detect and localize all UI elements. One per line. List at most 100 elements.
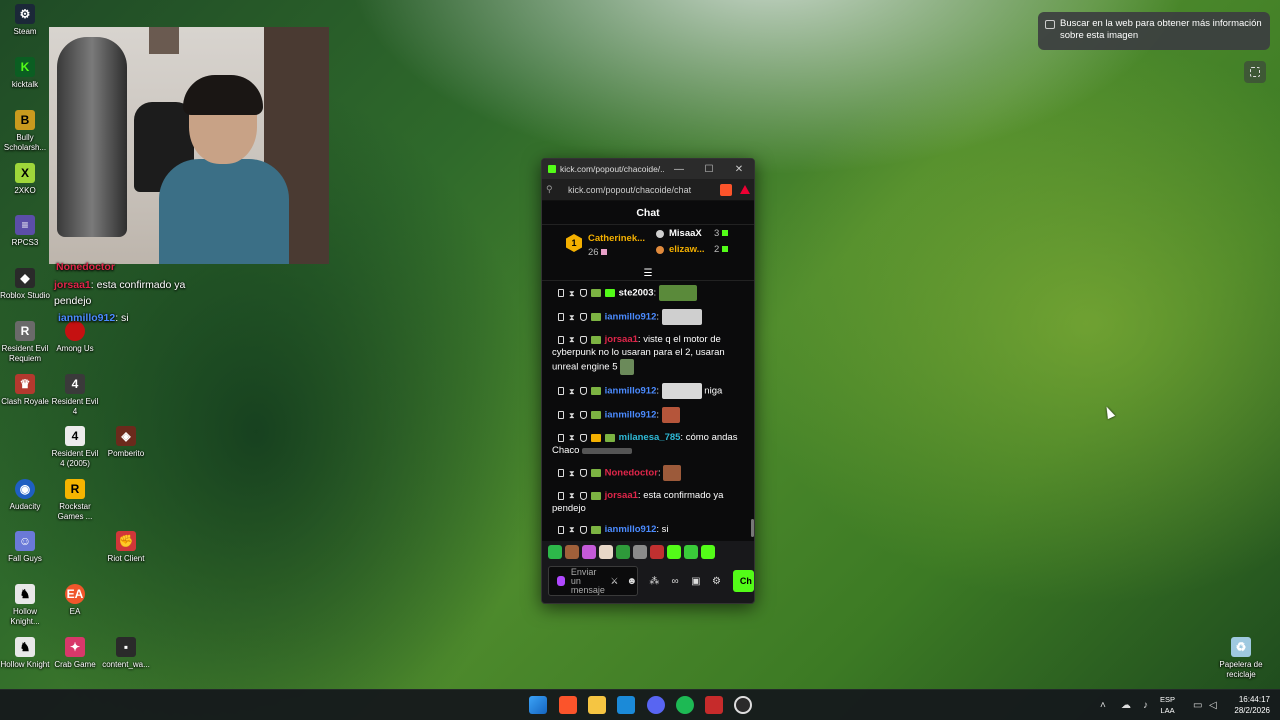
window-titlebar[interactable]: kick.com/popout/chacoide/... — ☐ ✕ xyxy=(542,159,754,179)
desktop-icon-clash-royale[interactable]: ♛ Clash Royale xyxy=(0,374,50,407)
chat-text: si xyxy=(661,524,669,536)
shield-icon xyxy=(579,289,587,297)
emote-button[interactable] xyxy=(582,545,596,559)
emote-button[interactable] xyxy=(633,545,647,559)
address-bar[interactable]: ⚲ kick.com/popout/chacoide/chat xyxy=(542,179,754,201)
crab-game-icon: ✦ xyxy=(65,637,85,657)
emote-button[interactable] xyxy=(616,545,630,559)
language-indicator[interactable]: ESP LAA xyxy=(1160,694,1175,716)
chevron-up-icon[interactable]: ˄ xyxy=(1100,700,1106,711)
minimize-button[interactable]: — xyxy=(664,164,694,175)
settings-gear-icon[interactable]: ⚙ xyxy=(706,576,727,587)
chat-username[interactable]: ianmillo912 xyxy=(605,312,657,323)
subscriber-badge-icon xyxy=(590,313,601,321)
emote-button[interactable] xyxy=(548,545,562,559)
discord-icon[interactable] xyxy=(647,696,665,714)
rank-badge: 1 xyxy=(566,234,582,252)
chat-username[interactable]: ianmillo912 xyxy=(605,524,657,535)
chat-message-input[interactable]: Enviar un mensaje ⚔ ☻ xyxy=(548,566,638,596)
volume-icon[interactable]: ◁ xyxy=(1209,700,1217,711)
desktop-icon-pomberito[interactable]: ◈ Pomberito xyxy=(101,426,151,459)
emote-button[interactable] xyxy=(599,545,613,559)
chat-message: ⧗ milanesa_785: cómo andas Chaco xyxy=(552,432,738,457)
desktop-icon-kicktalk[interactable]: K kicktalk xyxy=(0,57,50,90)
chevron-down-icon: ☰ xyxy=(643,268,653,279)
emote-button[interactable] xyxy=(667,545,681,559)
chat-message: ⧗ ianmillo912: xyxy=(552,309,746,325)
leaderboard-row[interactable]: elizaw... xyxy=(656,244,705,255)
desktop-icon-audacity[interactable]: ◉ Audacity xyxy=(0,479,50,512)
emote-button[interactable] xyxy=(701,545,715,559)
desktop-icon-rockstar[interactable]: R Rockstar Games ... xyxy=(50,479,100,522)
chat-username[interactable]: milanesa_785 xyxy=(619,432,681,443)
lens-capture-button[interactable] xyxy=(1244,61,1266,83)
emote-button[interactable] xyxy=(650,545,664,559)
chat-username[interactable]: ste2003 xyxy=(619,288,654,299)
emote-button[interactable] xyxy=(684,545,698,559)
desktop-icon-ea[interactable]: EA EA xyxy=(50,584,100,617)
recent-emotes-bar[interactable] xyxy=(548,543,754,561)
site-settings-icon[interactable]: ⚲ xyxy=(546,184,556,195)
chat-username[interactable]: jorsaa1 xyxy=(605,490,638,501)
desktop-icon-2xko[interactable]: X 2XKO xyxy=(0,163,50,196)
file-explorer-icon[interactable] xyxy=(588,696,606,714)
microphone-icon[interactable]: ♪ xyxy=(1143,700,1148,711)
desktop-icon-recycle-bin[interactable]: ♻ Papelera de reciclaje xyxy=(1216,637,1266,680)
network-icon[interactable]: ▭ xyxy=(1193,700,1202,711)
chat-username[interactable]: Nonedoctor xyxy=(605,468,658,479)
chrome-icon[interactable] xyxy=(734,696,752,714)
chat-scrollbar[interactable] xyxy=(751,519,754,537)
maximize-button[interactable]: ☐ xyxy=(694,164,724,175)
close-button[interactable]: ✕ xyxy=(724,164,754,175)
chat-username[interactable]: ianmillo912 xyxy=(605,410,657,421)
gift-shop-icon[interactable]: ▣ xyxy=(685,576,706,587)
spotify-icon[interactable] xyxy=(676,696,694,714)
gift-badge-icon xyxy=(604,289,615,297)
chat-message: ⧗ ianmillo912: xyxy=(552,407,746,424)
translate-icon[interactable]: ⚔ xyxy=(610,576,618,587)
obs-icon[interactable] xyxy=(705,696,723,714)
bing-icon[interactable] xyxy=(617,696,635,714)
desktop-icon-hollow-knight-silksong[interactable]: ♞ Hollow Knight... xyxy=(0,584,50,627)
infinity-icon[interactable]: ∞ xyxy=(665,576,686,587)
desktop-icon-content-folder[interactable]: ▪ content_wa... xyxy=(101,637,151,670)
url-text[interactable]: kick.com/popout/chacoide/chat xyxy=(568,185,720,195)
chat-popup-window[interactable]: kick.com/popout/chacoide/... — ☐ ✕ ⚲ kic… xyxy=(541,158,755,604)
desktop-icon-bully[interactable]: B Bully Scholarsh... xyxy=(0,110,50,153)
webcam-statue xyxy=(57,37,127,237)
desktop-icon-roblox-studio[interactable]: ◆ Roblox Studio xyxy=(0,268,50,301)
pomberito-icon: ◈ xyxy=(116,426,136,446)
desktop-icon-crab-game[interactable]: ✦ Crab Game xyxy=(50,637,100,670)
desktop-icon-re4[interactable]: 4 Resident Evil 4 xyxy=(50,374,100,417)
chat-username[interactable]: jorsaa1 xyxy=(605,334,638,345)
leaderboard-top-count: 26 xyxy=(588,247,608,258)
windows-start-icon[interactable] xyxy=(529,696,547,714)
leaderboard-top-user[interactable]: Catherinek... xyxy=(588,233,645,244)
desktop-icon-fall-guys[interactable]: ☺ Fall Guys xyxy=(0,531,50,564)
brave-icon[interactable] xyxy=(559,696,577,714)
lens-search-tooltip[interactable]: Buscar en la web para obtener más inform… xyxy=(1038,12,1270,50)
desktop-icon-steam[interactable]: ⚙ Steam xyxy=(0,4,50,37)
desktop-icon-rpcs3[interactable]: ≡ RPCS3 xyxy=(0,215,50,248)
leaderboard-row[interactable]: MisaaX xyxy=(656,228,702,239)
taskbar-clock[interactable]: 16:44:17 28/2/2026 xyxy=(1234,694,1270,716)
kick-points-icon[interactable]: ⁂ xyxy=(644,576,665,587)
hollow-knight-icon: ♞ xyxy=(15,584,35,604)
emoji-icon[interactable]: ☻ xyxy=(626,576,637,587)
moderator-badge-icon xyxy=(558,491,564,500)
send-chat-button[interactable]: Ch xyxy=(732,570,754,592)
onedrive-icon[interactable]: ☁ xyxy=(1121,700,1131,711)
chat-username[interactable]: ianmillo912 xyxy=(605,386,657,397)
desktop-icon-among-us[interactable]: Among Us xyxy=(50,321,100,354)
desktop-icon-hollow-knight[interactable]: ♞ Hollow Knight xyxy=(0,637,50,670)
chat-messages[interactable]: ⧗ ste2003: ⧗ ianmillo912: ⧗ jorsaa1: viste … xyxy=(542,281,754,541)
brave-rewards-icon[interactable] xyxy=(740,185,750,194)
emote-button[interactable] xyxy=(565,545,579,559)
microphone-icon[interactable] xyxy=(557,576,565,586)
desktop-icon-re4-2005[interactable]: 4 Resident Evil 4 (2005) xyxy=(50,426,100,469)
emote-image xyxy=(661,383,702,400)
brave-shields-icon[interactable] xyxy=(720,183,732,196)
desktop-icon-riot-client[interactable]: ✊ Riot Client xyxy=(101,531,151,564)
desktop-icon-re-requiem[interactable]: R Resident Evil Requiem xyxy=(0,321,50,364)
collapse-leaderboard-button[interactable]: ☰ xyxy=(542,267,754,281)
